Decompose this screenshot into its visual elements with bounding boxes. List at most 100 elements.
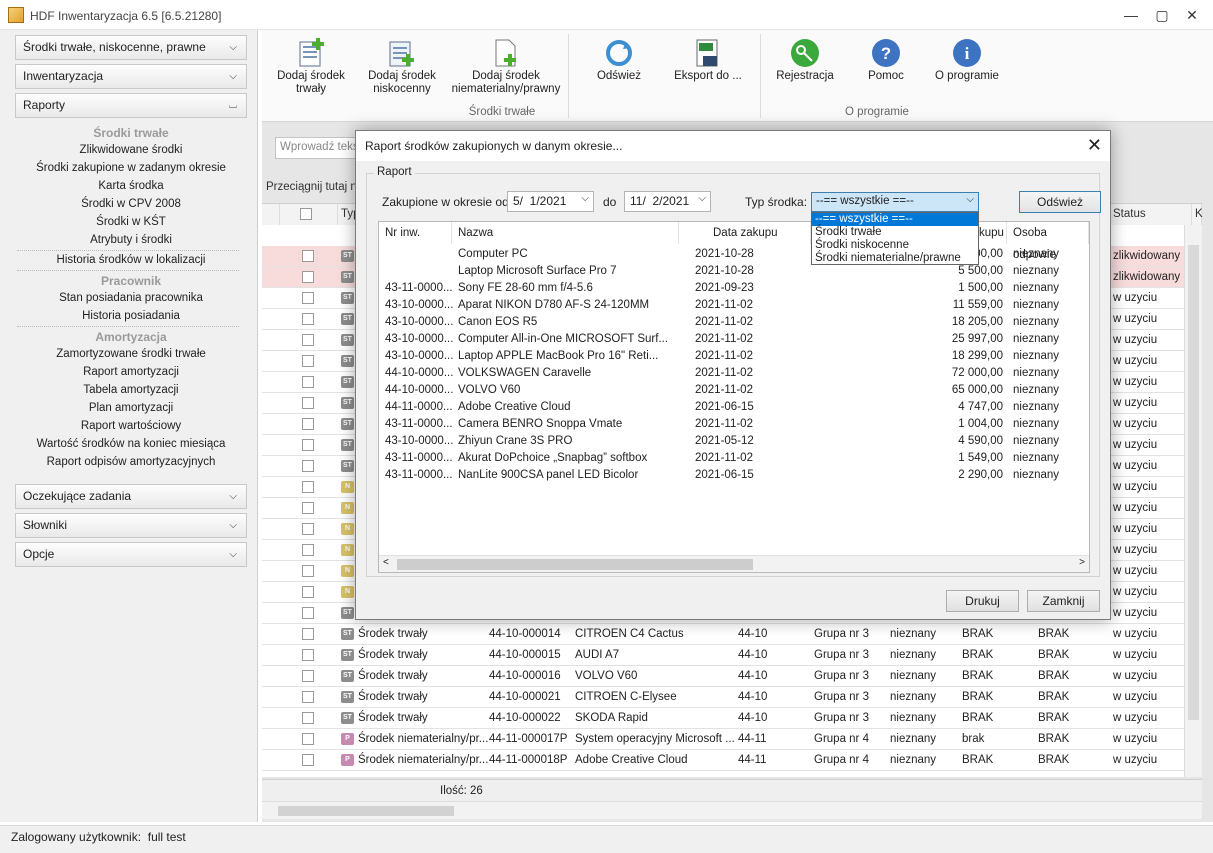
link-attributes[interactable]: Atrybuty i środki [15,234,247,246]
report-row[interactable]: 43-11-0000... Camera BENRO Snoppa Vmate 20… [379,416,1089,433]
row-checkbox[interactable] [302,439,314,451]
column-header-k[interactable]: K [1192,204,1203,225]
link-holding-history[interactable]: Historia posiadania [15,310,247,322]
scroll-thumb[interactable] [397,559,753,570]
row-checkbox[interactable] [302,250,314,262]
report-header-name[interactable]: Nazwa [452,222,679,244]
row-checkbox[interactable] [302,397,314,409]
link-amortization-report[interactable]: Raport amortyzacji [15,366,247,378]
report-row[interactable]: 44-10-0000... VOLVO V60 2021-11-02 65 000,0… [379,382,1089,399]
report-header-person[interactable]: Osoba odpowie [1007,222,1089,261]
table-row[interactable]: ST Środek trwały 44-10-000015 AUDI A7 44-10 G… [262,645,1202,666]
table-row[interactable]: ST Środek trwały 44-10-000016 VOLVO V60 44-1… [262,666,1202,687]
report-row[interactable]: 44-10-0000... VOLKSWAGEN Caravelle 2021-11… [379,365,1089,382]
report-row[interactable]: 44-11-0000... Adobe Creative Cloud 2021-06… [379,399,1089,416]
scroll-thumb[interactable] [278,806,454,816]
date-to-picker[interactable]: 11/ 2/2021 ⌵ [624,191,711,212]
refresh-report-button[interactable]: Odśwież [1019,191,1101,213]
report-row[interactable]: 43-10-0000... Computer All-in-One MICROSO… [379,331,1089,348]
row-checkbox[interactable] [302,502,314,514]
link-amortization-plan[interactable]: Plan amortyzacji [15,402,247,414]
row-checkbox[interactable] [302,460,314,472]
sidebar-section-reports[interactable]: Raporty ⌴ [15,93,247,118]
link-amortization-writeoffs[interactable]: Raport odpisów amortyzacyjnych [15,456,247,468]
row-checkbox[interactable] [302,691,314,703]
scroll-thumb[interactable] [1188,245,1199,720]
report-row[interactable]: 43-11-0000... Sony FE 28-60 mm f/4-5.6 202… [379,280,1089,297]
maximize-button[interactable]: ▢ [1151,5,1173,25]
link-employee-holdings[interactable]: Stan posiadania pracownika [15,292,247,304]
row-checkbox[interactable] [302,334,314,346]
sidebar-section-inventory[interactable]: Inwentaryzacja ⌵ [15,64,247,89]
help-button[interactable]: ? Pomoc [856,39,916,83]
report-row[interactable]: 43-10-0000... Aparat NIKON D780 AF-S 24-1… [379,297,1089,314]
row-checkbox[interactable] [302,670,314,682]
option-intangible[interactable]: Środki niematerialne/prawne [812,252,978,265]
row-checkbox[interactable] [302,355,314,367]
report-header-inv[interactable]: Nr inw. [379,222,452,244]
about-button[interactable]: i O programie [932,39,1002,83]
report-row[interactable]: 43-11-0000... NanLite 900CSA panel LED Bi… [379,467,1089,484]
report-row[interactable]: 43-10-0000... Laptop APPLE MacBook Pro 16… [379,348,1089,365]
row-checkbox[interactable] [302,733,314,745]
sidebar-section-options[interactable]: Opcje ⌵ [15,542,247,567]
row-checkbox[interactable] [302,376,314,388]
link-cpv[interactable]: Środki w CPV 2008 [15,198,247,210]
print-button[interactable]: Drukuj [946,590,1019,612]
add-fixed-asset-button[interactable]: Dodaj środek trwały [276,38,346,96]
close-icon[interactable]: ✕ [1087,135,1102,156]
close-window-button[interactable]: ✕ [1181,5,1203,25]
add-low-value-asset-button[interactable]: Dodaj środek niskocenny [362,41,442,96]
add-intangible-asset-button[interactable]: Dodaj środek niematerialny/prawny [450,39,562,96]
select-all-checkbox[interactable] [300,208,312,220]
row-checkbox[interactable] [302,628,314,640]
calendar-dropdown-icon[interactable]: ⌵ [581,193,589,204]
row-checkbox[interactable] [302,754,314,766]
row-checkbox[interactable] [302,271,314,283]
row-checkbox[interactable] [302,313,314,325]
report-row[interactable]: 43-10-0000... Canon EOS R5 2021-11-02 18 20… [379,314,1089,331]
row-checkbox[interactable] [302,418,314,430]
date-from-picker[interactable]: 5/ 1/2021 ⌵ [507,191,594,212]
sidebar-section-dictionaries[interactable]: Słowniki ⌵ [15,513,247,538]
link-location-history[interactable]: Historia środków w lokalizacji [15,254,247,266]
row-checkbox[interactable] [302,544,314,556]
report-row[interactable]: Computer PC 2021-10-28 00,00 nieznany [379,246,1089,263]
minimize-button[interactable]: — [1120,5,1142,25]
refresh-ribbon-button[interactable]: Odśwież [584,40,654,83]
link-purchased-in-period[interactable]: Środki zakupione w zadanym okresie [15,162,247,174]
sidebar-section-assets[interactable]: Środki trwałe, niskocenne, prawne ⌵ [15,35,247,60]
row-checkbox[interactable] [302,712,314,724]
link-value-report[interactable]: Raport wartościowy [15,420,247,432]
option-fixed-assets[interactable]: Środki trwałe [812,226,978,239]
search-input[interactable]: Wprowadź tekst [275,137,365,159]
table-row[interactable]: ST Środek trwały 44-10-000022 SKODA Rapid 44… [262,708,1202,729]
link-kst[interactable]: Środki w KŚT [15,216,247,228]
link-amortization-table[interactable]: Tabela amortyzacji [15,384,247,396]
scroll-right-icon[interactable]: > [1079,557,1085,568]
close-button[interactable]: Zamknij [1027,590,1100,612]
report-header-date[interactable]: Data zakupu [679,222,811,244]
sidebar-section-pending-tasks[interactable]: Oczekujące zadania ⌵ [15,484,247,509]
table-row[interactable]: P Środek niematerialny/pr... 44-11-000017P… [262,729,1202,750]
report-row[interactable]: 43-10-0000... Zhiyun Crane 3S PRO 2021-05-… [379,433,1089,450]
report-horizontal-scrollbar[interactable]: < > [379,555,1089,572]
row-checkbox[interactable] [302,607,314,619]
row-checkbox[interactable] [302,523,314,535]
option-low-value[interactable]: Środki niskocenne [812,239,978,252]
column-header-status[interactable]: Status [1110,204,1192,225]
report-row[interactable]: Laptop Microsoft Surface Pro 7 2021-10-28… [379,263,1089,280]
link-asset-card[interactable]: Karta środka [15,180,247,192]
table-row[interactable]: ST Środek trwały 44-10-000014 CITROEN C4 Ca… [262,624,1202,645]
row-checkbox[interactable] [302,565,314,577]
link-month-end-value[interactable]: Wartość środków na koniec miesiąca [15,438,247,450]
option-all[interactable]: --== wszystkie ==-- [812,213,978,226]
table-row[interactable]: P Środek niematerialny/pr... 44-11-000018P… [262,750,1202,771]
select-all-header[interactable] [280,204,338,225]
row-checkbox[interactable] [302,586,314,598]
row-checkbox[interactable] [302,649,314,661]
row-checkbox[interactable] [302,481,314,493]
report-row[interactable]: 43-11-0000... Akurat DoPchoice „Snapbag” … [379,450,1089,467]
scroll-left-icon[interactable]: < [383,557,389,568]
grid-horizontal-scrollbar[interactable] [262,801,1202,819]
